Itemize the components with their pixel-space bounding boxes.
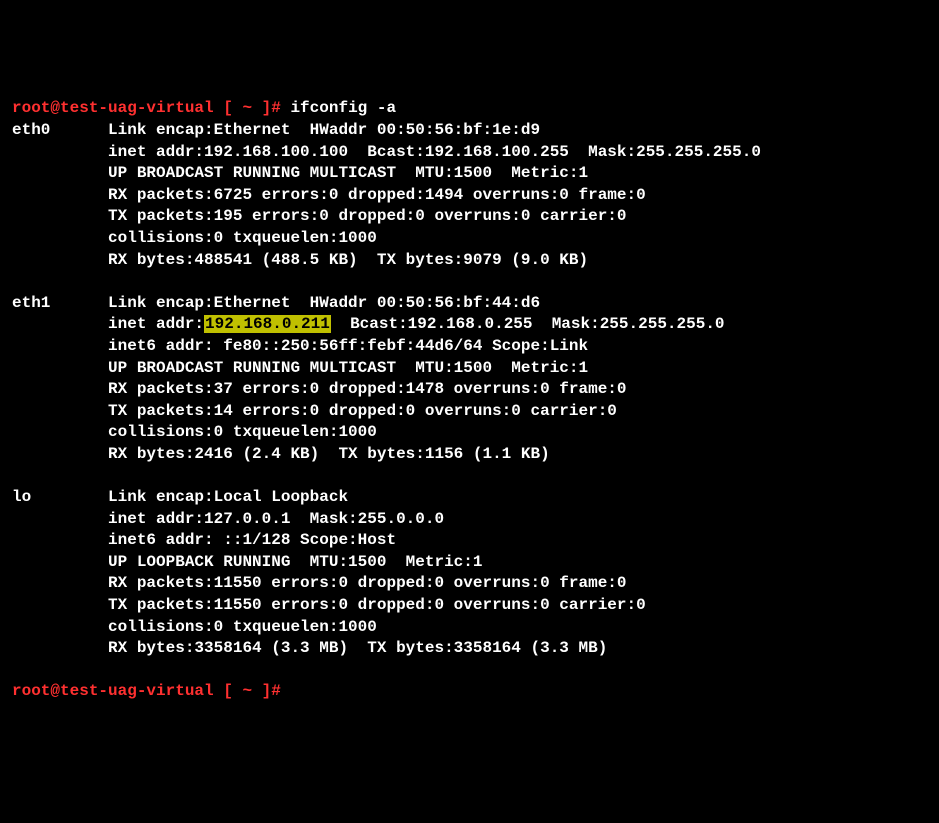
iface-eth1-name: eth1: [12, 294, 50, 312]
eth1-inet-post: Bcast:192.168.0.255 Mask:255.255.255.0: [331, 315, 725, 333]
lo-inet6: inet6 addr: ::1/128 Scope:Host: [108, 531, 396, 549]
eth0-tx-packets: TX packets:195 errors:0 dropped:0 overru…: [108, 207, 626, 225]
eth1-encap: Link encap:Ethernet HWaddr 00:50:56:bf:4…: [108, 294, 540, 312]
eth0-encap: Link encap:Ethernet HWaddr 00:50:56:bf:1…: [108, 121, 540, 139]
iface-eth0-name: eth0: [12, 121, 50, 139]
eth1-inet6: inet6 addr: fe80::250:56ff:febf:44d6/64 …: [108, 337, 588, 355]
eth1-flags: UP BROADCAST RUNNING MULTICAST MTU:1500 …: [108, 359, 588, 377]
lo-flags: UP LOOPBACK RUNNING MTU:1500 Metric:1: [108, 553, 482, 571]
lo-tx-packets: TX packets:11550 errors:0 dropped:0 over…: [108, 596, 646, 614]
shell-prompt: root@test-uag-virtual [ ~ ]#: [12, 682, 281, 700]
lo-collisions: collisions:0 txqueuelen:1000: [108, 618, 377, 636]
eth0-flags: UP BROADCAST RUNNING MULTICAST MTU:1500 …: [108, 164, 588, 182]
eth1-inet-pre: inet addr:: [108, 315, 204, 333]
terminal-output: root@test-uag-virtual [ ~ ]# ifconfig -a…: [12, 98, 927, 703]
eth1-collisions: collisions:0 txqueuelen:1000: [108, 423, 377, 441]
eth0-rx-packets: RX packets:6725 errors:0 dropped:1494 ov…: [108, 186, 646, 204]
eth0-collisions: collisions:0 txqueuelen:1000: [108, 229, 377, 247]
eth0-inet: inet addr:192.168.100.100 Bcast:192.168.…: [108, 143, 761, 161]
command-input[interactable]: ifconfig -a: [290, 99, 396, 117]
lo-bytes: RX bytes:3358164 (3.3 MB) TX bytes:33581…: [108, 639, 607, 657]
lo-inet: inet addr:127.0.0.1 Mask:255.0.0.0: [108, 510, 444, 528]
eth1-rx-packets: RX packets:37 errors:0 dropped:1478 over…: [108, 380, 626, 398]
lo-rx-packets: RX packets:11550 errors:0 dropped:0 over…: [108, 574, 626, 592]
eth0-bytes: RX bytes:488541 (488.5 KB) TX bytes:9079…: [108, 251, 588, 269]
lo-encap: Link encap:Local Loopback: [108, 488, 348, 506]
eth1-tx-packets: TX packets:14 errors:0 dropped:0 overrun…: [108, 402, 617, 420]
shell-prompt: root@test-uag-virtual [ ~ ]#: [12, 99, 281, 117]
iface-lo-name: lo: [12, 488, 31, 506]
eth1-inet-ip-highlight: 192.168.0.211: [204, 315, 331, 333]
eth1-bytes: RX bytes:2416 (2.4 KB) TX bytes:1156 (1.…: [108, 445, 550, 463]
